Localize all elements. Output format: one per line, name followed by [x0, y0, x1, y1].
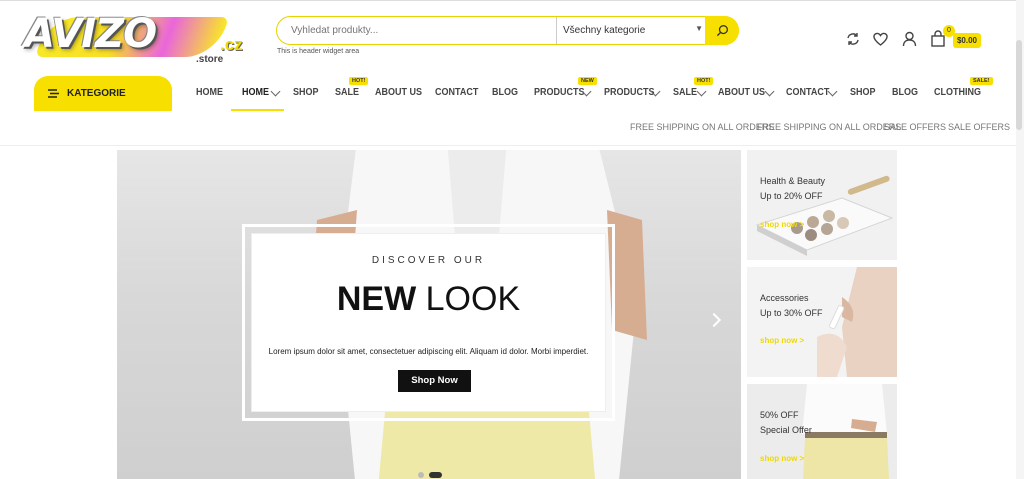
- shop-now-link[interactable]: shop now >: [760, 454, 804, 463]
- site-logo[interactable]: AVIZO .cz .store: [24, 11, 254, 67]
- nav-badge-hot: HOT!: [694, 77, 714, 85]
- nav-badge-hot: HOT!: [349, 77, 369, 85]
- nav-active-underline: [231, 109, 284, 111]
- nav-item-about-us[interactable]: ABOUT US: [375, 87, 422, 98]
- hero-text: Lorem ipsum dolor sit amet, consectetuer…: [268, 347, 589, 356]
- hero-slider[interactable]: DISCOVER OUR NEW LOOK Lorem ipsum dolor …: [117, 150, 741, 479]
- search-icon: [716, 25, 728, 37]
- user-icon[interactable]: [902, 31, 922, 51]
- nav-item-products[interactable]: PRODUCTS: [534, 87, 585, 98]
- palette-image: [747, 150, 897, 260]
- hero-kicker: DISCOVER OUR: [371, 255, 486, 266]
- logo-sub: .store: [196, 54, 224, 65]
- chevron-down-icon: ▼: [695, 24, 703, 33]
- side-banner-text: Accessories Up to 30% OFF: [760, 291, 823, 321]
- shop-now-button[interactable]: Shop Now: [398, 370, 471, 392]
- slider-next-arrow-icon[interactable]: [706, 312, 722, 328]
- nav-item-sale[interactable]: SALE: [335, 87, 359, 98]
- lipstick-model-image: [747, 267, 897, 377]
- side-banner-health-beauty[interactable]: Health & Beauty Up to 20% OFF shop now >: [747, 150, 897, 260]
- nav-item-shop[interactable]: SHOP: [293, 87, 319, 98]
- nav-badge-new: NEW: [578, 77, 597, 85]
- slider-dot-active[interactable]: [429, 472, 442, 478]
- chevron-down-icon: [270, 86, 281, 97]
- side-banner-title: Health & Beauty: [760, 176, 826, 186]
- header-divider: [0, 145, 1024, 146]
- hero-title-bold: NEW: [336, 280, 417, 318]
- logo-text: AVIZO: [24, 11, 157, 57]
- side-banner-accessories[interactable]: Accessories Up to 30% OFF shop now >: [747, 267, 897, 377]
- heart-icon[interactable]: [872, 31, 892, 51]
- shop-now-link[interactable]: shop now >: [760, 336, 804, 345]
- categories-label: KATEGORIE: [67, 88, 126, 99]
- hero-caption-frame: DISCOVER OUR NEW LOOK Lorem ipsum dolor …: [242, 224, 615, 421]
- promo-links: FREE SHIPPING ON ALL ORDERS FREE SHIPPIN…: [0, 122, 1024, 136]
- refresh-icon[interactable]: [845, 31, 865, 51]
- promo-link[interactable]: SALE OFFERS: [948, 122, 1010, 132]
- side-banner-text: Health & Beauty Up to 20% OFF: [760, 174, 825, 204]
- nav-item-home[interactable]: HOME: [196, 87, 223, 98]
- header-widget-note: This is header widget area: [277, 48, 360, 55]
- side-banner-subtitle: Up to 30% OFF: [760, 308, 823, 318]
- nav-item-blog[interactable]: BLOG: [492, 87, 518, 98]
- chevron-down-icon: [764, 86, 775, 97]
- nav-item-sale-2[interactable]: SALE: [673, 87, 697, 98]
- shop-now-link[interactable]: shop now >: [760, 220, 804, 229]
- search-button[interactable]: [705, 16, 739, 45]
- side-banner-subtitle: Special Offer: [760, 425, 812, 435]
- cart-total[interactable]: $0.00: [953, 33, 981, 48]
- category-select-value: Všechny kategorie: [563, 25, 646, 36]
- side-banner-subtitle: Up to 20% OFF: [760, 191, 823, 201]
- logo-tld: .cz: [220, 35, 243, 54]
- side-banner-special-offer[interactable]: 50% OFF Special Offer shop now >: [747, 384, 897, 479]
- categories-menu-icon: [48, 89, 59, 98]
- nav-item-about-us-2[interactable]: ABOUT US: [718, 87, 765, 98]
- nav-badge-sale: SALE!: [970, 77, 993, 85]
- nav-item-blog-2[interactable]: BLOG: [892, 87, 918, 98]
- promo-link[interactable]: FREE SHIPPING ON ALL ORDERS: [757, 122, 901, 132]
- scrollbar-thumb[interactable]: [1016, 40, 1022, 130]
- hero-title: NEW LOOK: [252, 280, 605, 319]
- nav-item-products-2[interactable]: PRODUCTS: [604, 87, 655, 98]
- nav-item-contact-2[interactable]: CONTACT: [786, 87, 829, 98]
- search-input[interactable]: [291, 17, 551, 44]
- page-scrollbar[interactable]: [1016, 0, 1024, 479]
- side-banner-title: Accessories: [760, 293, 809, 303]
- nav-item-contact[interactable]: CONTACT: [435, 87, 478, 98]
- chevron-down-icon: [696, 86, 707, 97]
- slider-dot[interactable]: [418, 472, 424, 478]
- header: AVIZO .cz .store Všechny kategorie ▼ Thi…: [0, 0, 1024, 70]
- nav-item-clothing[interactable]: CLOTHING: [934, 87, 981, 98]
- hero-title-thin: LOOK: [425, 280, 521, 318]
- category-select[interactable]: Všechny kategorie ▼: [556, 17, 708, 44]
- hero-caption: DISCOVER OUR NEW LOOK Lorem ipsum dolor …: [251, 233, 606, 412]
- promo-link[interactable]: FREE SHIPPING ON ALL ORDERS: [630, 122, 774, 132]
- categories-button[interactable]: KATEGORIE: [34, 76, 172, 111]
- side-banner-title: 50% OFF: [760, 410, 799, 420]
- side-banner-text: 50% OFF Special Offer: [760, 408, 812, 438]
- nav-item-shop-2[interactable]: SHOP: [850, 87, 876, 98]
- promo-link[interactable]: SALE OFFERS: [884, 122, 946, 132]
- search-bar: Všechny kategorie ▼: [276, 16, 739, 45]
- nav-item-home-active[interactable]: HOME: [242, 87, 269, 98]
